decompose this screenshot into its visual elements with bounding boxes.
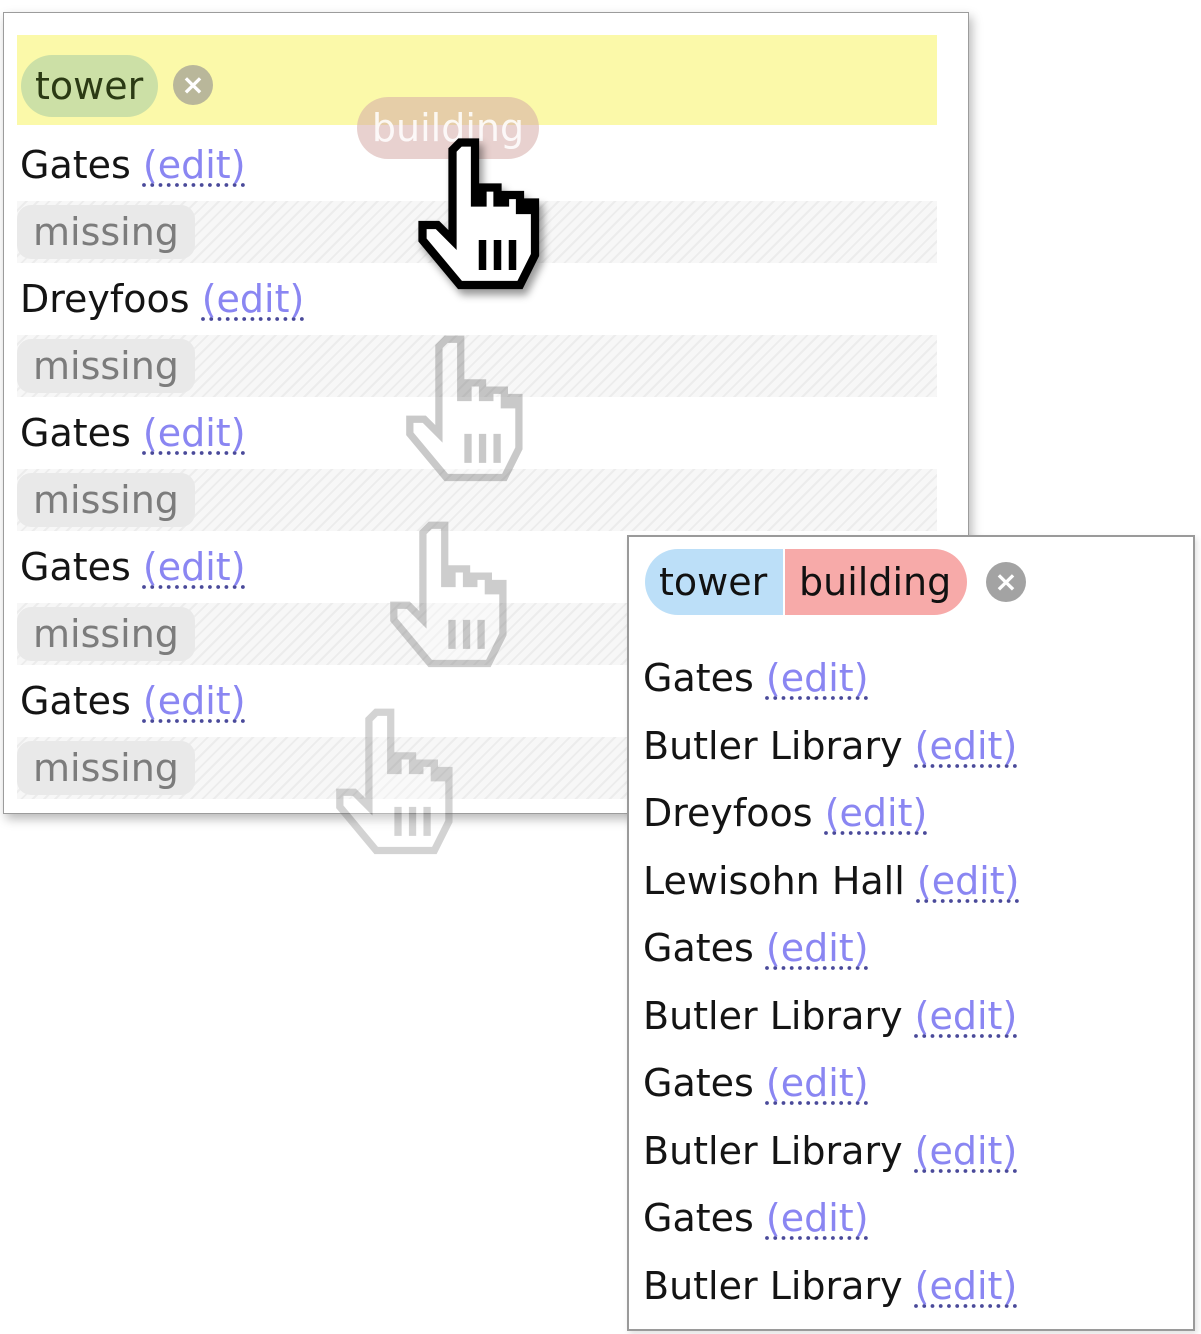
item-name: Gates xyxy=(20,143,131,187)
list-item: Butler Library (edit) xyxy=(643,1118,1020,1186)
missing-badge: missing xyxy=(17,473,195,527)
edit-link[interactable]: (edit) xyxy=(766,1196,869,1240)
item-name: Dreyfoos xyxy=(20,277,190,321)
list-item: Gates (edit) xyxy=(643,915,1020,983)
list-item: Gates (edit) xyxy=(643,1050,1020,1118)
tag-chip-tower[interactable]: tower xyxy=(645,549,783,615)
list-item: Dreyfoos (edit) xyxy=(20,269,304,329)
item-name: Gates xyxy=(20,679,131,723)
missing-badge: missing xyxy=(17,339,195,393)
x-circle-icon[interactable]: × xyxy=(173,65,213,105)
list-item: Dreyfoos (edit) xyxy=(643,780,1020,848)
list-item: Butler Library (edit) xyxy=(643,1253,1020,1321)
missing-badge: missing xyxy=(17,607,195,661)
list-item: Gates (edit) xyxy=(643,645,1020,713)
result-list: Gates (edit) Butler Library (edit) Dreyf… xyxy=(643,645,1020,1320)
edit-link[interactable]: (edit) xyxy=(143,545,246,589)
item-name: Gates xyxy=(20,545,131,589)
item-name: Gates xyxy=(643,656,754,700)
tag-panel-after: tower building × Gates (edit) Butler Lib… xyxy=(627,535,1195,1331)
list-item: Butler Library (edit) xyxy=(643,713,1020,781)
edit-link[interactable]: (edit) xyxy=(766,1061,869,1105)
edit-link[interactable]: (edit) xyxy=(917,859,1020,903)
list-item: Lewisohn Hall (edit) xyxy=(643,848,1020,916)
tag-drop-bar[interactable]: tower × building xyxy=(17,35,937,159)
edit-link[interactable]: (edit) xyxy=(143,143,246,187)
list-item: Gates (edit) xyxy=(20,135,246,195)
missing-badge: missing xyxy=(17,741,195,795)
list-item: Gates (edit) xyxy=(20,537,246,597)
list-item: Gates (edit) xyxy=(20,403,246,463)
item-name: Butler Library xyxy=(643,993,903,1038)
edit-link[interactable]: (edit) xyxy=(143,411,246,455)
edit-link[interactable]: (edit) xyxy=(915,1129,1018,1173)
edit-link[interactable]: (edit) xyxy=(202,277,305,321)
edit-link[interactable]: (edit) xyxy=(915,994,1018,1038)
hand-pointer-icon xyxy=(418,138,540,290)
item-name: Butler Library xyxy=(643,1263,903,1308)
item-name: Gates xyxy=(643,1061,754,1105)
tag-chip-building[interactable]: building xyxy=(785,549,967,615)
hand-pointer-icon xyxy=(336,708,453,855)
edit-link[interactable]: (edit) xyxy=(143,679,246,723)
list-item: Gates (edit) xyxy=(643,1185,1020,1253)
stage: tower × building Gates (edit) missing Dr… xyxy=(0,0,1201,1334)
item-name: Butler Library xyxy=(643,723,903,768)
tag-chip-tower[interactable]: tower xyxy=(21,55,158,117)
missing-badge: missing xyxy=(17,205,195,259)
edit-link[interactable]: (edit) xyxy=(915,724,1018,768)
x-circle-icon[interactable]: × xyxy=(986,562,1026,602)
list-item: Butler Library (edit) xyxy=(643,983,1020,1051)
hand-pointer-icon xyxy=(406,335,523,482)
item-name: Gates xyxy=(20,411,131,455)
edit-link[interactable]: (edit) xyxy=(915,1264,1018,1308)
hand-pointer-icon xyxy=(390,521,507,668)
edit-link[interactable]: (edit) xyxy=(825,791,928,835)
list-item: Gates (edit) xyxy=(20,671,246,731)
edit-link[interactable]: (edit) xyxy=(766,926,869,970)
edit-link[interactable]: (edit) xyxy=(766,656,869,700)
item-name: Lewisohn Hall xyxy=(643,858,905,903)
item-name: Gates xyxy=(643,926,754,970)
item-name: Butler Library xyxy=(643,1128,903,1173)
item-name: Dreyfoos xyxy=(643,791,813,835)
item-name: Gates xyxy=(643,1196,754,1240)
